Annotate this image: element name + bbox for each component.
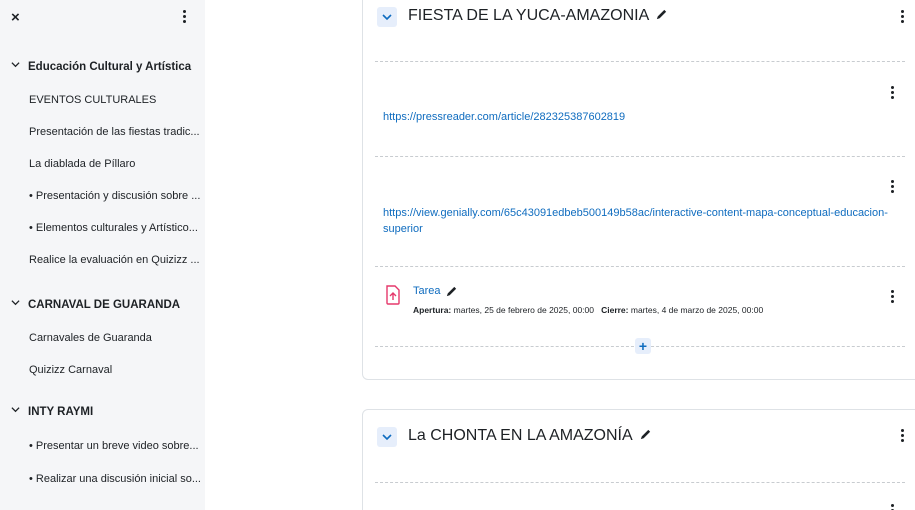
section-collapse-toggle[interactable] [377,7,397,27]
chevron-down-icon [11,300,20,306]
kebab-icon [891,86,895,101]
drawer-menu-button[interactable] [183,10,191,26]
sidebar-item[interactable]: Quizizz Carnaval [29,364,201,376]
sidebar-section-inty-raymi[interactable]: INTY RAYMI [11,406,93,418]
chevron-down-icon [11,407,20,413]
sidebar-item[interactable]: • Elementos culturales y Artístico... [29,222,201,234]
section-title[interactable]: La CHONTA EN LA AMAZONÍA [408,427,633,444]
closing-date: martes, 4 de marzo de 2025, 00:00 [630,305,764,315]
sidebar-section-educacion-cultural[interactable]: Educación Cultural y Artística [11,61,191,73]
section-actions-menu[interactable] [901,10,905,30]
add-activity-button[interactable]: + [635,338,651,354]
sidebar-item[interactable]: Carnavales de Guaranda [29,332,201,344]
section-title-container: La CHONTA EN LA AMAZONÍA [408,427,652,445]
sidebar-item[interactable]: La diablada de Píllaro [29,158,201,170]
section-actions-menu[interactable] [901,429,905,449]
activity-actions-menu[interactable] [891,180,895,200]
kebab-icon [891,180,895,195]
sidebar-section-carnaval[interactable]: CARNAVAL DE GUARANDA [11,299,180,311]
activity-actions-menu[interactable] [891,290,895,310]
activity-actions-menu[interactable] [891,86,895,106]
course-section-card [362,0,915,380]
sidebar-section-title: INTY RAYMI [28,406,94,418]
course-index-drawer: × Educación Cultural y Artística EVENTOS… [0,0,205,510]
chevron-down-icon [382,14,392,21]
sidebar-item[interactable]: • Realizar una discusión inicial so... [29,473,201,485]
course-section-card [362,409,915,510]
assignment-link[interactable]: Tarea [413,285,441,297]
kebab-icon [183,10,187,25]
divider [375,156,905,157]
activity-actions-menu[interactable] [891,504,895,510]
opening-date: martes, 25 de febrero de 2025, 00:00 [453,305,594,315]
section-title-container: FIESTA DE LA YUCA-AMAZONIA [408,7,668,25]
url-resource-link[interactable]: https://view.genially.com/65c43091edbeb5… [383,206,888,221]
pencil-icon[interactable] [655,8,668,21]
sidebar-section-title: CARNAVAL DE GUARANDA [28,299,181,311]
kebab-icon [901,10,905,25]
sidebar-section-title: Educación Cultural y Artística [28,61,192,73]
kebab-icon [891,290,895,305]
closing-label: Cierre: [601,305,629,315]
sidebar-item[interactable]: EVENTOS CULTURALES [29,94,201,106]
chevron-down-icon [11,62,20,68]
url-resource-link-continued[interactable]: superior [383,222,423,237]
divider [375,266,905,267]
section-title[interactable]: FIESTA DE LA YUCA-AMAZONIA [408,7,649,24]
divider [375,482,905,483]
activity-dates: Apertura: martes, 25 de febrero de 2025,… [413,305,763,315]
assignment-icon [386,285,400,305]
pencil-icon[interactable] [445,285,458,298]
kebab-icon [901,429,905,444]
url-resource-link[interactable]: https://pressreader.com/article/28232538… [383,110,625,125]
chevron-down-icon [382,434,392,441]
sidebar-item[interactable]: • Presentación y discusión sobre ... [29,190,201,202]
opening-label: Apertura: [413,305,452,315]
pencil-icon[interactable] [639,428,652,441]
section-collapse-toggle[interactable] [377,427,397,447]
sidebar-item[interactable]: • Presentar un breve video sobre... [29,440,201,452]
divider [375,61,905,62]
sidebar-item[interactable]: Presentación de las fiestas tradic... [29,126,201,138]
kebab-icon [891,504,895,510]
close-drawer-button[interactable]: × [11,9,20,27]
sidebar-item[interactable]: Realice la evaluación en Quizizz ... [29,254,201,266]
